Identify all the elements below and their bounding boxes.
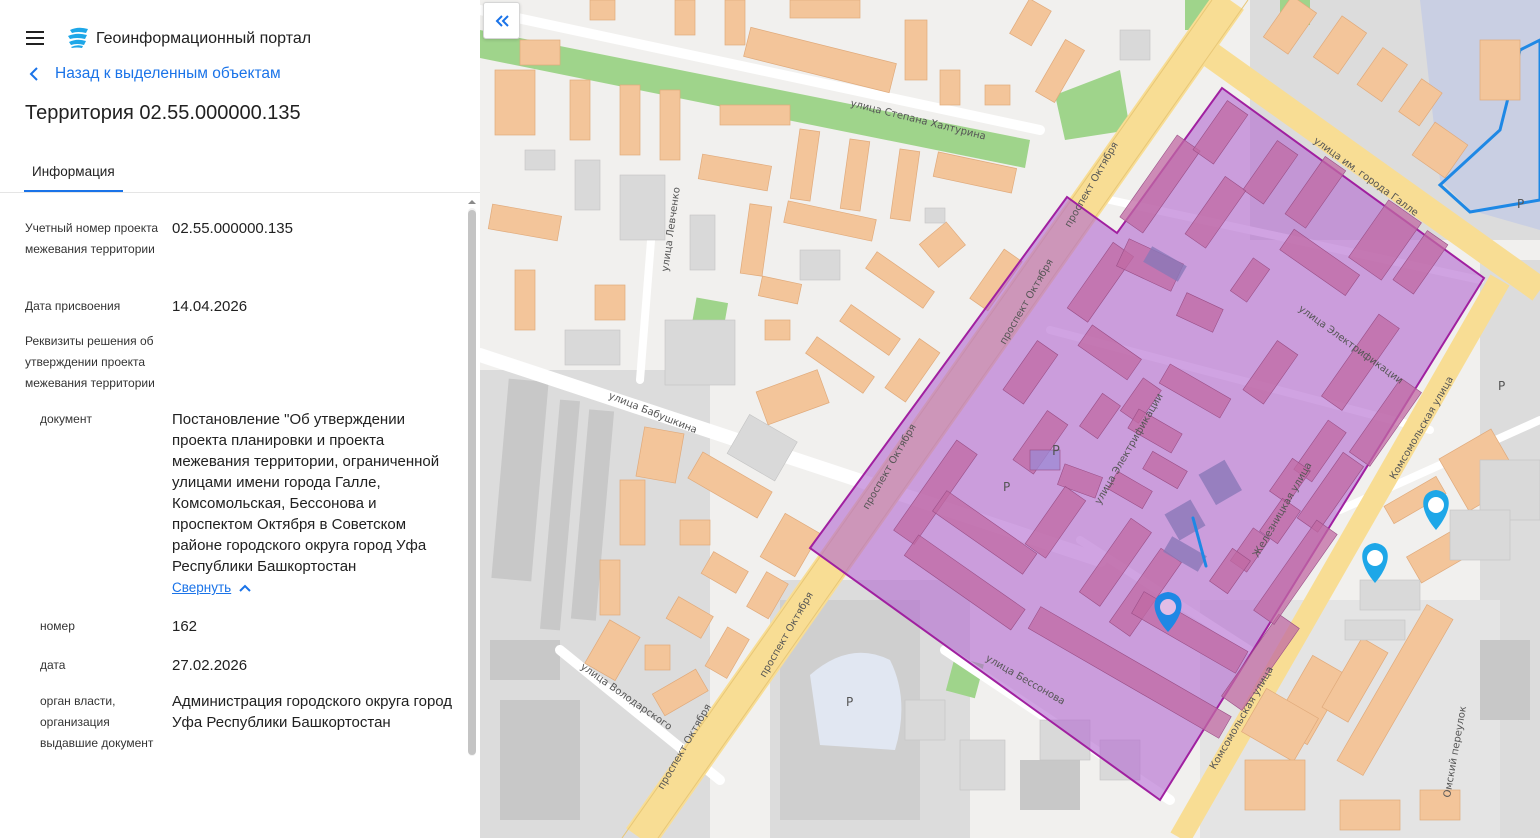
scrollbar-thumb[interactable] [468,210,476,755]
tab-information[interactable]: Информация [24,152,123,192]
chevron-up-icon [239,584,251,592]
field-label: номер [40,619,75,633]
field-label: орган власти, организация выдавшие докум… [40,694,154,750]
field-value: Постановление "Об утверждении проекта пл… [172,411,440,575]
field-value: 162 [172,618,198,635]
collapse-link[interactable]: Свернуть [172,580,251,595]
field-value: 02.55.000000.135 [172,220,293,237]
svg-text:P: P [846,695,853,709]
field-value: Администрация городского округа город Уф… [172,693,453,731]
map-parking-area [810,652,902,750]
scroll-up-arrow-icon[interactable] [468,198,476,206]
field-label: дата [40,658,66,672]
svg-text:P: P [1003,480,1010,494]
field-label: Учетный номер проекта межевания территор… [25,221,159,256]
field-label: Реквизиты решения об утверждении проекта… [25,334,155,390]
double-chevron-left-icon [495,14,509,27]
svg-text:P: P [1052,444,1060,459]
field-value: 14.04.2026 [172,298,248,315]
page-title: Территория 02.55.000000.135 [25,102,301,124]
info-content: Учетный номер проекта межевания территор… [0,196,466,838]
field-label: Дата присвоения [25,299,121,313]
menu-icon[interactable] [24,29,48,47]
back-to-selected-link[interactable]: Назад к выделенным объектам [24,63,281,85]
top-bar: Геоинформационный портал Назад к выделен… [0,0,480,82]
field-value: 27.02.2026 [172,657,248,674]
svg-text:P: P [1517,197,1524,211]
info-panel: Геоинформационный портал Назад к выделен… [0,0,480,838]
collapse-panel-button[interactable] [483,2,520,39]
portal-logo-icon [68,27,88,48]
back-link-label: Назад к выделенным объектам [55,65,281,82]
map-canvas[interactable]: P P P P P улица Степана Халтурина улица … [480,0,1540,838]
app-title: Геоинформационный портал [96,30,312,47]
svg-text:P: P [1498,379,1505,393]
map-view[interactable]: P P P P P улица Степана Халтурина улица … [480,0,1540,838]
tab-bar: Информация [0,152,480,193]
collapse-label: Свернуть [172,580,232,595]
field-label: документ [40,412,92,426]
chevron-left-icon [29,67,38,81]
